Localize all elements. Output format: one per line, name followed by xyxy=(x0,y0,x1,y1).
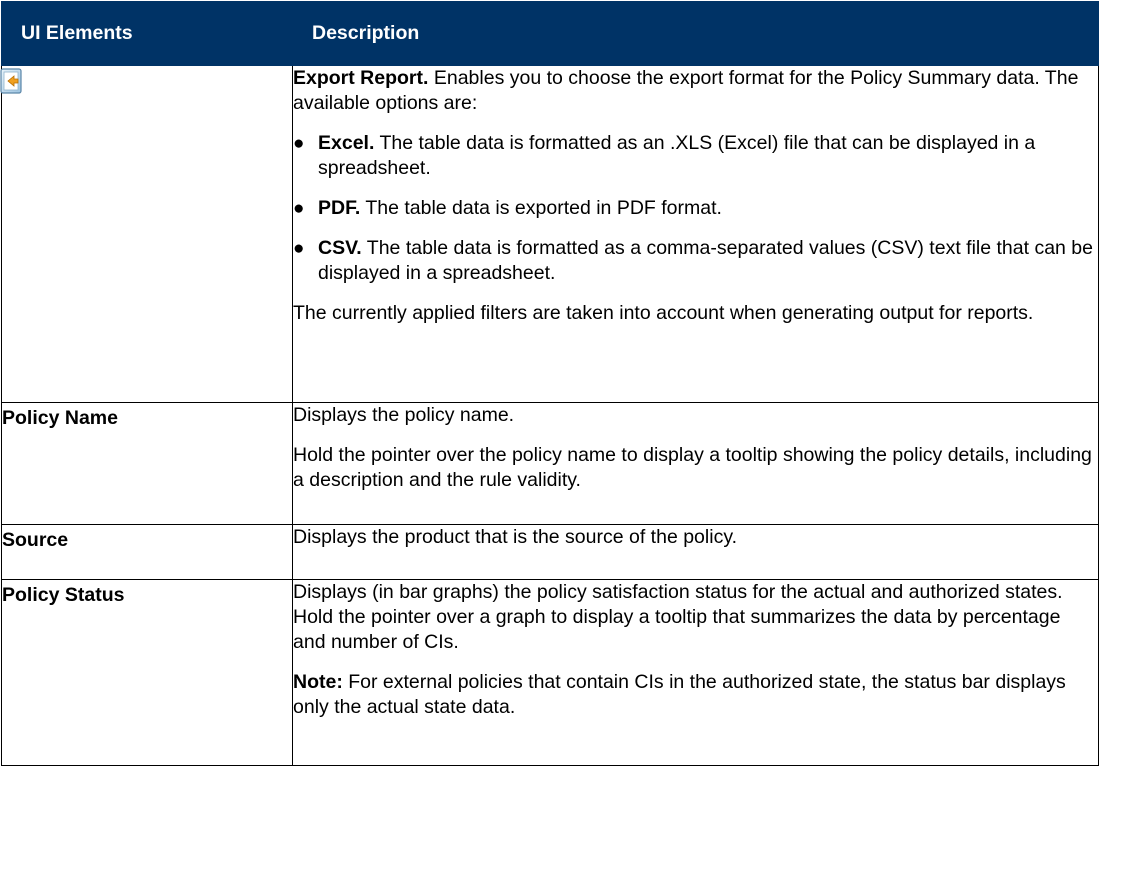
element-cell xyxy=(0,65,293,403)
export-report-intro: Export Report. Enables you to choose the… xyxy=(293,67,1079,114)
element-cell: Policy Status xyxy=(1,579,293,766)
description-cell: Export Report. Enables you to choose the… xyxy=(292,65,1099,403)
description-cell: Displays (in bar graphs) the policy sati… xyxy=(292,579,1099,766)
bullet-icon: ● xyxy=(293,133,305,154)
element-cell: Source xyxy=(1,524,293,580)
header-ui-elements: UI Elements xyxy=(1,1,293,66)
table-header-row: UI Elements Description xyxy=(1,1,1099,66)
description-cell: Displays the product that is the source … xyxy=(292,524,1099,580)
export-report-icon[interactable] xyxy=(0,67,24,95)
description-text: Displays the product that is the source … xyxy=(293,526,738,548)
description-cell: Displays the policy name. Hold the point… xyxy=(292,402,1099,525)
note-label: Note: xyxy=(293,671,343,693)
export-report-footer: The currently applied filters are taken … xyxy=(293,302,1034,324)
table-row-policy-name: Policy Name Displays the policy name. Ho… xyxy=(1,402,1099,525)
list-item: ● PDF. The table data is exported in PDF … xyxy=(293,197,722,219)
element-label: Policy Status xyxy=(2,584,125,606)
description-text: Displays (in bar graphs) the policy sati… xyxy=(293,581,1063,653)
bullet-icon: ● xyxy=(293,198,305,219)
export-options-list: ● Excel. The table data is formatted as a… xyxy=(293,131,1098,286)
bullet-icon: ● xyxy=(293,238,305,259)
note-text: Note: For external policies that contain… xyxy=(293,671,1066,718)
table-row-policy-status: Policy Status Displays (in bar graphs) t… xyxy=(1,579,1099,766)
list-item: ● Excel. The table data is formatted as a… xyxy=(293,132,1036,179)
table-row-source: Source Displays the product that is the … xyxy=(1,524,1099,580)
list-item: ● CSV. The table data is formatted as a c… xyxy=(293,237,1093,284)
element-label: Source xyxy=(2,529,69,551)
description-text: Displays the policy name. xyxy=(293,404,515,426)
table-row-export-report: Export Report. Enables you to choose the… xyxy=(0,65,1099,403)
element-cell: Policy Name xyxy=(1,402,293,525)
element-label: Policy Name xyxy=(2,407,118,429)
description-text: Hold the pointer over the policy name to… xyxy=(293,444,1092,491)
header-description: Description xyxy=(292,1,1099,66)
export-report-title: Export Report. xyxy=(293,67,429,89)
ui-elements-table: UI Elements Description Export Report. E… xyxy=(0,1,1099,766)
